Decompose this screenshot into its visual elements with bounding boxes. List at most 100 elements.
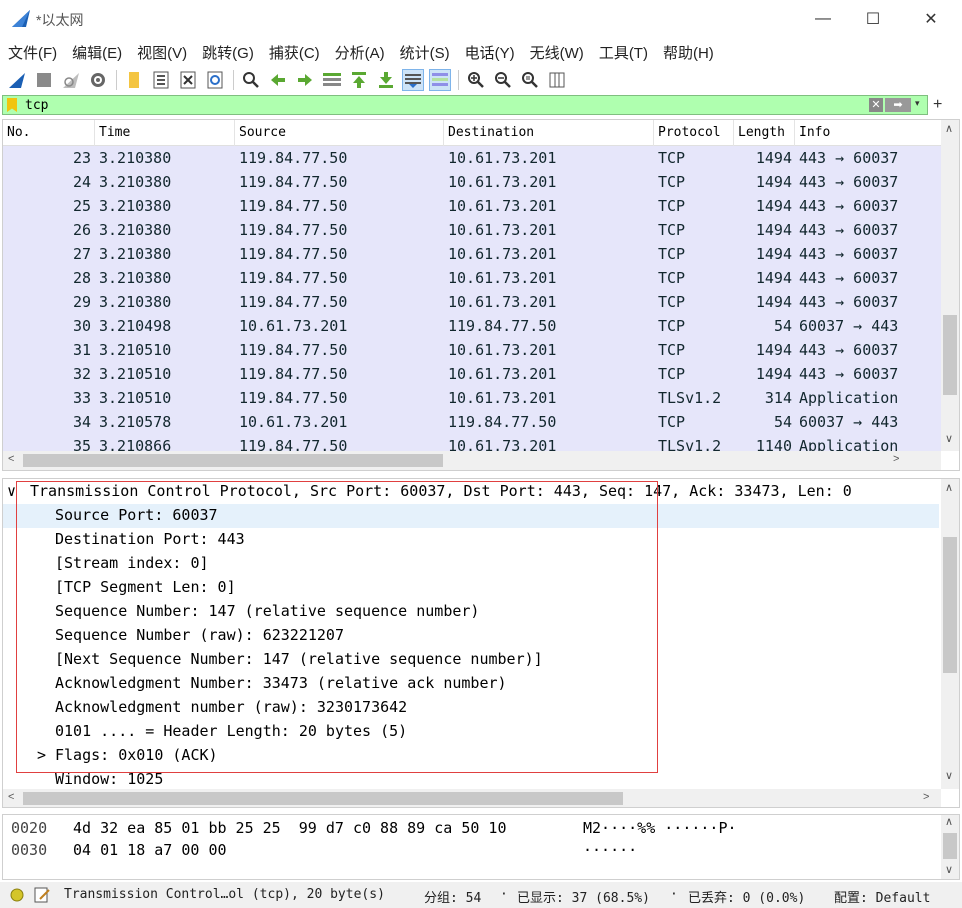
scroll-down-arrow-icon[interactable]: ∨: [945, 432, 953, 445]
menu-item[interactable]: 文件(F): [8, 38, 57, 66]
packet-row[interactable]: 28 3.210380 119.84.77.50 10.61.73.201 TCP 149…: [3, 266, 941, 290]
add-filter-button[interactable]: +: [933, 96, 942, 114]
scroll-up-arrow-icon[interactable]: ∧: [945, 481, 953, 494]
packet-row[interactable]: 34 3.210578 10.61.73.201 119.84.77.50 TCP 54 6…: [3, 410, 941, 434]
cell-dst: 119.84.77.50: [448, 317, 557, 335]
packet-list-horizontal-scrollbar[interactable]: < >: [3, 451, 941, 470]
go-forward-arrow-icon[interactable]: [294, 69, 316, 91]
restart-fin-icon[interactable]: [60, 69, 82, 91]
capture-options-gear-icon[interactable]: [87, 69, 109, 91]
menu-item[interactable]: 捕获(C): [269, 38, 320, 66]
details-horizontal-scrollbar[interactable]: < >: [3, 789, 941, 807]
minimize-button[interactable]: —: [800, 4, 846, 34]
reload-icon[interactable]: [204, 69, 226, 91]
menu-item[interactable]: 视图(V): [137, 38, 187, 66]
packet-row[interactable]: 26 3.210380 119.84.77.50 10.61.73.201 TCP 149…: [3, 218, 941, 242]
packet-row[interactable]: 31 3.210510 119.84.77.50 10.61.73.201 TCP 149…: [3, 338, 941, 362]
packet-row[interactable]: 33 3.210510 119.84.77.50 10.61.73.201 TLSv1.…: [3, 386, 941, 410]
scroll-left-arrow-icon[interactable]: <: [8, 791, 14, 803]
scroll-thumb[interactable]: [23, 454, 443, 467]
resize-columns-icon[interactable]: [546, 69, 568, 91]
packet-row[interactable]: 30 3.210498 10.61.73.201 119.84.77.50 TCP 54 6…: [3, 314, 941, 338]
apply-filter-button[interactable]: ➡: [885, 98, 911, 112]
scroll-right-arrow-icon[interactable]: >: [923, 791, 929, 803]
go-last-icon[interactable]: [375, 69, 397, 91]
menu-item[interactable]: 编辑(E): [72, 38, 122, 66]
column-header-source[interactable]: Source: [235, 120, 444, 146]
menu-item[interactable]: 跳转(G): [202, 38, 254, 66]
stop-square-icon[interactable]: [33, 69, 55, 91]
packet-row[interactable]: 23 3.210380 119.84.77.50 10.61.73.201 TCP 149…: [3, 146, 941, 170]
packet-row[interactable]: 24 3.210380 119.84.77.50 10.61.73.201 TCP 149…: [3, 170, 941, 194]
go-first-icon[interactable]: [348, 69, 370, 91]
cell-info: 443 → 60037: [799, 197, 899, 215]
menu-item[interactable]: 电话(Y): [465, 38, 515, 66]
packet-row[interactable]: 35 3.210866 119.84.77.50 10.61.73.201 TLSv1.…: [3, 434, 941, 451]
packet-list-vertical-scrollbar[interactable]: ∧ ∨: [941, 120, 959, 451]
cell-dst: 10.61.73.201: [448, 245, 557, 263]
colorize-icon[interactable]: [429, 69, 451, 91]
cell-info: 443 → 60037: [799, 341, 899, 359]
menu-item[interactable]: 工具(T): [599, 38, 648, 66]
scroll-thumb[interactable]: [23, 792, 623, 805]
packet-row[interactable]: 25 3.210380 119.84.77.50 10.61.73.201 TCP 149…: [3, 194, 941, 218]
packet-details-pane: ∨ Transmission Control Protocol, Src Por…: [2, 478, 960, 808]
save-file-icon[interactable]: [150, 69, 172, 91]
go-back-arrow-icon[interactable]: [267, 69, 289, 91]
bytes-hex[interactable]: 4d 32 ea 85 01 bb 25 25 99 d7 c0 88 89 c…: [73, 817, 506, 839]
scroll-thumb[interactable]: [943, 537, 957, 673]
tcp-tree-expand-icon[interactable]: ∨: [7, 479, 16, 503]
scroll-down-arrow-icon[interactable]: ∨: [945, 863, 953, 876]
filter-history-dropdown[interactable]: ▾: [915, 98, 920, 109]
display-filter-input[interactable]: [25, 97, 825, 113]
find-magnifier-icon[interactable]: [240, 69, 262, 91]
zoom-out-icon[interactable]: [492, 69, 514, 91]
details-vertical-scrollbar[interactable]: ∧ ∨: [941, 479, 959, 789]
maximize-button[interactable]: ☐: [850, 4, 896, 34]
packet-row[interactable]: 27 3.210380 119.84.77.50 10.61.73.201 TCP 149…: [3, 242, 941, 266]
scroll-down-arrow-icon[interactable]: ∨: [945, 769, 953, 782]
column-header-info[interactable]: Info: [795, 120, 941, 146]
zoom-normal-icon[interactable]: [519, 69, 541, 91]
bytes-ascii[interactable]: ······: [583, 839, 637, 861]
wireshark-logo-icon: [12, 10, 30, 27]
go-to-packet-icon[interactable]: [321, 69, 343, 91]
shark-fin-start-icon[interactable]: [6, 69, 28, 91]
cell-info: Application: [799, 389, 899, 407]
toolbar-separator: [458, 70, 459, 90]
scroll-up-arrow-icon[interactable]: ∧: [945, 815, 953, 828]
edit-comment-icon[interactable]: [34, 887, 50, 907]
cell-no: 29: [72, 293, 91, 311]
column-header-destination[interactable]: Destination: [444, 120, 654, 146]
bytes-hex[interactable]: 04 01 18 a7 00 00: [73, 839, 227, 861]
close-file-icon[interactable]: [177, 69, 199, 91]
packet-row[interactable]: 29 3.210380 119.84.77.50 10.61.73.201 TCP 149…: [3, 290, 941, 314]
scroll-right-arrow-icon[interactable]: >: [893, 453, 899, 465]
column-header-length[interactable]: Length: [734, 120, 795, 146]
bytes-vertical-scrollbar[interactable]: ∧ ∨: [941, 815, 959, 879]
close-button[interactable]: ✕: [908, 4, 954, 34]
menu-item[interactable]: 帮助(H): [663, 38, 714, 66]
bytes-ascii[interactable]: M2····%% ······P·: [583, 817, 737, 839]
menu-item[interactable]: 统计(S): [400, 38, 450, 66]
clear-filter-button[interactable]: ✕: [869, 98, 883, 112]
menu-item[interactable]: 分析(A): [335, 38, 385, 66]
packet-row[interactable]: 32 3.210510 119.84.77.50 10.61.73.201 TCP 149…: [3, 362, 941, 386]
scroll-up-arrow-icon[interactable]: ∧: [945, 122, 953, 135]
toolbar-separator: [233, 70, 234, 90]
scroll-thumb[interactable]: [943, 315, 957, 395]
column-header-time[interactable]: Time: [95, 120, 235, 146]
menu-item[interactable]: 无线(W): [530, 38, 584, 66]
scroll-thumb[interactable]: [943, 833, 957, 859]
column-header-protocol[interactable]: Protocol: [654, 120, 734, 146]
column-header-no[interactable]: No.: [3, 120, 95, 146]
cell-src: 119.84.77.50: [239, 197, 348, 215]
autoscroll-icon[interactable]: [402, 69, 424, 91]
open-folder-icon[interactable]: [123, 69, 145, 91]
bookmark-icon[interactable]: [7, 98, 17, 112]
scroll-left-arrow-icon[interactable]: <: [8, 453, 14, 465]
profile-indicator[interactable]: 配置: Default: [834, 887, 930, 906]
cell-info: 443 → 60037: [799, 293, 899, 311]
zoom-in-icon[interactable]: [465, 69, 487, 91]
expert-info-indicator[interactable]: [10, 888, 24, 906]
